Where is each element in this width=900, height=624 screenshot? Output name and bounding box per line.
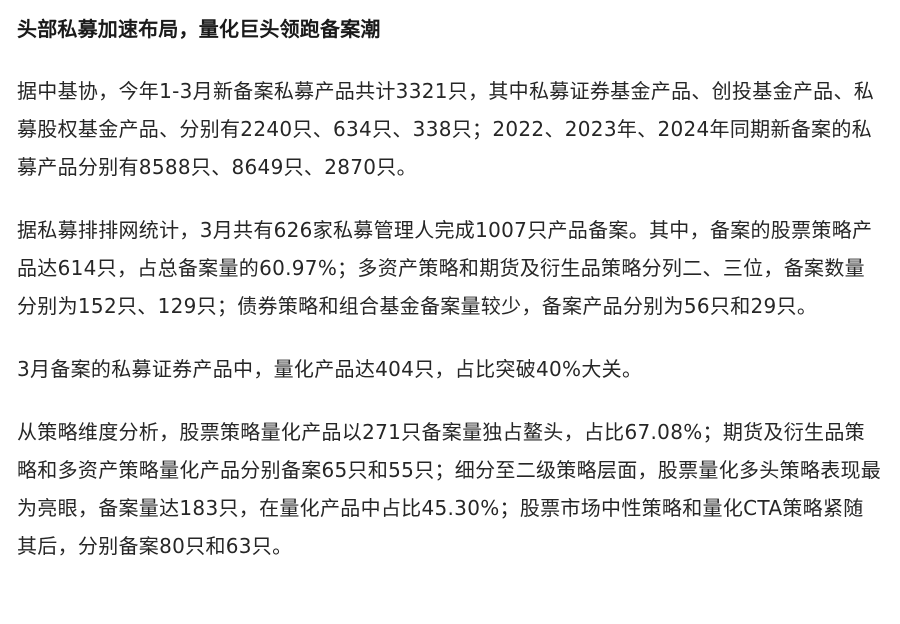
paragraph-quant-share: 3月备案的私募证券产品中，量化产品达404只，占比突破40%大关。 bbox=[17, 357, 643, 381]
article-headline: 头部私募加速布局，量化巨头领跑备案潮 bbox=[17, 17, 381, 41]
paragraph-quant-strategy-analysis: 从策略维度分析，股票策略量化产品以271只备案量独占鳌头，占比67.08%；期货… bbox=[17, 420, 882, 558]
paragraph-march-strategy-breakdown: 据私募排排网统计，3月共有626家私募管理人完成1007只产品备案。其中，备案的… bbox=[17, 218, 873, 318]
paragraph-filing-totals: 据中基协，今年1-3月新备案私募产品共计3321只，其中私募证券基金产品、创投基… bbox=[17, 79, 875, 179]
article-body: 头部私募加速布局，量化巨头领跑备案潮 据中基协，今年1-3月新备案私募产品共计3… bbox=[0, 0, 900, 565]
